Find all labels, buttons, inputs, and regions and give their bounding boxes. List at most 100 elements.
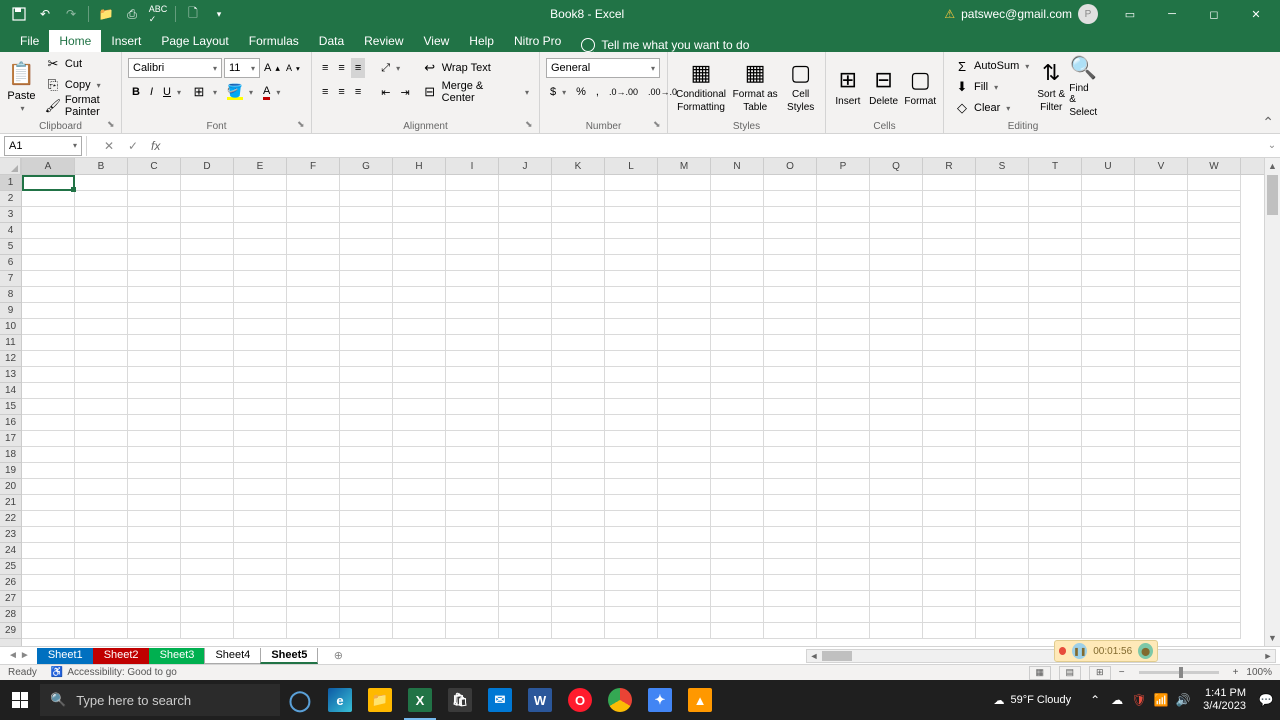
cell[interactable]: [1029, 463, 1082, 479]
cell[interactable]: [552, 399, 605, 415]
cell[interactable]: [499, 415, 552, 431]
row-header[interactable]: 12: [0, 351, 21, 367]
hscroll-right[interactable]: ►: [1261, 651, 1275, 661]
cell[interactable]: [234, 175, 287, 191]
cell[interactable]: [764, 319, 817, 335]
cell[interactable]: [711, 351, 764, 367]
cell[interactable]: [1082, 399, 1135, 415]
cell[interactable]: [976, 207, 1029, 223]
cell[interactable]: [499, 255, 552, 271]
cell[interactable]: [605, 559, 658, 575]
formula-input[interactable]: [166, 136, 1264, 156]
cell[interactable]: [287, 479, 340, 495]
cell[interactable]: [976, 287, 1029, 303]
cell[interactable]: [287, 255, 340, 271]
cell[interactable]: [1082, 575, 1135, 591]
cell[interactable]: [340, 239, 393, 255]
row-header[interactable]: 21: [0, 495, 21, 511]
taskbar-word[interactable]: W: [520, 680, 560, 720]
cell[interactable]: [1029, 351, 1082, 367]
cell[interactable]: [1135, 591, 1188, 607]
cell[interactable]: [234, 591, 287, 607]
cell[interactable]: [605, 335, 658, 351]
cell[interactable]: [181, 351, 234, 367]
cell[interactable]: [870, 287, 923, 303]
cell[interactable]: [923, 607, 976, 623]
cell[interactable]: [605, 415, 658, 431]
cell[interactable]: [340, 415, 393, 431]
cell[interactable]: [923, 335, 976, 351]
cell[interactable]: [1029, 207, 1082, 223]
cell[interactable]: [499, 463, 552, 479]
cell[interactable]: [1135, 431, 1188, 447]
cell[interactable]: [1135, 495, 1188, 511]
cell[interactable]: [446, 303, 499, 319]
cell[interactable]: [287, 239, 340, 255]
cell[interactable]: [22, 175, 75, 191]
cell[interactable]: [1188, 479, 1241, 495]
tab-file[interactable]: File: [10, 30, 49, 52]
cell[interactable]: [605, 463, 658, 479]
cell[interactable]: [128, 383, 181, 399]
cell[interactable]: [128, 287, 181, 303]
column-header[interactable]: H: [393, 158, 446, 174]
cell[interactable]: [287, 447, 340, 463]
cell[interactable]: [605, 191, 658, 207]
cell[interactable]: [1029, 431, 1082, 447]
cell[interactable]: [181, 463, 234, 479]
cell[interactable]: [75, 527, 128, 543]
cell[interactable]: [923, 511, 976, 527]
zoom-slider[interactable]: [1139, 671, 1219, 674]
cell[interactable]: [287, 303, 340, 319]
cell[interactable]: [1135, 463, 1188, 479]
align-bottom-button[interactable]: ≡: [351, 58, 365, 78]
cell[interactable]: [1135, 175, 1188, 191]
cell[interactable]: [340, 303, 393, 319]
cell[interactable]: [817, 399, 870, 415]
row-header[interactable]: 28: [0, 607, 21, 623]
cell[interactable]: [393, 415, 446, 431]
cell[interactable]: [22, 431, 75, 447]
tab-home[interactable]: Home: [49, 30, 101, 52]
cell[interactable]: [658, 223, 711, 239]
cell[interactable]: [446, 319, 499, 335]
cell[interactable]: [22, 287, 75, 303]
align-center-button[interactable]: ≡: [334, 82, 348, 102]
cell[interactable]: [711, 303, 764, 319]
cell[interactable]: [923, 591, 976, 607]
cell[interactable]: [446, 623, 499, 639]
cell[interactable]: [287, 175, 340, 191]
cell[interactable]: [552, 543, 605, 559]
cell[interactable]: [711, 623, 764, 639]
cell[interactable]: [499, 399, 552, 415]
cell[interactable]: [181, 271, 234, 287]
taskbar-opera[interactable]: O: [560, 680, 600, 720]
cell[interactable]: [658, 415, 711, 431]
cell[interactable]: [658, 239, 711, 255]
cell[interactable]: [870, 319, 923, 335]
cell[interactable]: [287, 591, 340, 607]
cell[interactable]: [1082, 367, 1135, 383]
cell[interactable]: [181, 415, 234, 431]
column-header[interactable]: P: [817, 158, 870, 174]
cell[interactable]: [234, 415, 287, 431]
cell[interactable]: [287, 543, 340, 559]
cell[interactable]: [75, 543, 128, 559]
cell[interactable]: [1029, 607, 1082, 623]
cell[interactable]: [287, 511, 340, 527]
decrease-indent-button[interactable]: ⇤: [377, 82, 394, 102]
cell[interactable]: [923, 495, 976, 511]
row-header[interactable]: 19: [0, 463, 21, 479]
cell[interactable]: [75, 479, 128, 495]
cell[interactable]: [764, 479, 817, 495]
cell[interactable]: [446, 335, 499, 351]
cell[interactable]: [817, 495, 870, 511]
cell[interactable]: [393, 543, 446, 559]
cell[interactable]: [1082, 319, 1135, 335]
cell[interactable]: [340, 399, 393, 415]
cell[interactable]: [128, 431, 181, 447]
cell[interactable]: [340, 607, 393, 623]
cell[interactable]: [22, 207, 75, 223]
cell[interactable]: [75, 511, 128, 527]
cell[interactable]: [923, 383, 976, 399]
